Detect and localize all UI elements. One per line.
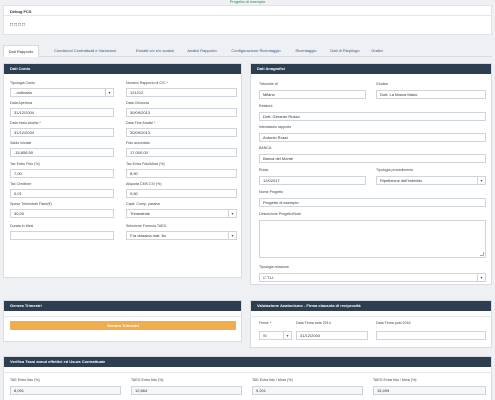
tab-ricentaggio[interactable]: Ricentaggio <box>291 45 321 57</box>
tab-estratti[interactable]: Estratti c/c e/o scalari <box>130 45 180 57</box>
firma-ante-label: Data Firma ante 2014 <box>296 321 331 325</box>
tab-configurazione[interactable]: Configurazione Ricentaggio <box>225 45 287 57</box>
fine-input[interactable]: 30/09/2013 <box>126 128 237 137</box>
verifica-tassi-title: Verifica Tassi annui effettivi ed Usura … <box>4 357 491 367</box>
anatocismo-title: Valutazione Anatocismo - Firma clausola … <box>251 301 491 311</box>
dati-anagrafici-title: Dati Anagrafici <box>251 64 491 74</box>
nome-progetto-input[interactable]: Progetto di esempio <box>259 198 486 207</box>
fine-label: Data Fine Analisi * <box>126 121 156 125</box>
tab-grafici[interactable]: Grafici <box>367 45 387 57</box>
numero-input[interactable]: 121212 <box>126 88 237 97</box>
ruolo-label: Ruolo <box>259 168 269 172</box>
tribunale-input[interactable]: Milano <box>259 90 366 99</box>
anatocismo-panel: Valutazione Anatocismo - Firma clausola … <box>250 300 492 348</box>
apertura-input[interactable]: 31/12/2004 <box>10 108 114 117</box>
tab-condizioni[interactable]: Condizioni Contrattuali e Variazioni <box>43 45 127 57</box>
fido-input[interactable]: 17.000,00 <box>126 148 237 157</box>
numero-label: Numero Rapporto di C/C * <box>126 81 168 85</box>
inizio-label: Data Inizio Analisi * <box>10 121 41 125</box>
banca-input[interactable]: Banca del Monte <box>259 154 486 163</box>
taeg-entro-label: TAEG Entro fido (%) <box>131 378 164 382</box>
apertura-label: Data Apertura <box>10 101 33 105</box>
tasso-fido-input[interactable]: 7,00 <box>10 169 114 178</box>
debug-value: □□□□ <box>10 22 27 28</box>
firma-ante-input[interactable]: 31/12/2004 <box>296 331 368 340</box>
taeg-entro-input[interactable]: 12,864 <box>131 386 242 395</box>
ruolo-input[interactable]: 12/02017 <box>259 176 366 185</box>
firma-post-input[interactable] <box>376 331 486 340</box>
firma-select[interactable]: Si <box>259 331 292 340</box>
divider <box>251 316 491 317</box>
tab-analisi[interactable]: Analisi Rapporto <box>183 45 221 57</box>
formula-select[interactable]: F.la classica mat. fin. <box>126 231 237 240</box>
tae-entro-label: TAE Entro fido (%) <box>10 378 40 382</box>
banca-label: BANCA <box>259 146 272 150</box>
divider <box>4 15 491 16</box>
cms-label: Aliquota CMS CIV (%) <box>126 182 162 186</box>
descrizione-label: Descrizione Progetto/Note <box>259 212 301 216</box>
tipologia-relazione-select[interactable]: C.T.U. <box>259 273 486 282</box>
intestatario-input[interactable]: Antonio Rossi <box>259 133 486 142</box>
verifica-tassi-panel: Verifica Tassi annui effettivi ed Usura … <box>3 356 492 400</box>
durata-label: Durata in Mesi <box>10 224 34 228</box>
giudice-label: Giudice <box>376 82 389 86</box>
descrizione-textarea[interactable] <box>259 220 486 258</box>
saldo-label: Saldo Iniziale <box>10 141 32 145</box>
tribunale-label: Tribunale di <box>259 82 278 86</box>
procedimento-label: Tipologia procedimento <box>376 168 414 172</box>
firma-post-label: Data Firma post 2016 <box>376 321 411 325</box>
tipologia-relazione-label: Tipologia relazione <box>259 265 290 269</box>
tasso-cred-label: Tax Creditore <box>10 182 32 186</box>
genera-trimestri-button[interactable]: Genera Trimestri <box>10 321 236 330</box>
divider <box>4 316 241 317</box>
spese-input[interactable]: 30,00 <box>10 209 114 218</box>
tae-extra-input[interactable]: 9,201 <box>252 386 363 395</box>
top-link[interactable]: Progetto di esempio <box>0 0 495 4</box>
formula-label: Selezione Formula TAEG <box>126 224 167 228</box>
tab-bar: Dati Rapporto Condizioni Contrattuali e … <box>3 44 492 57</box>
giudice-input[interactable]: Dott. La Marca Mario <box>376 90 486 99</box>
nome-progetto-label: Nome Progetto <box>259 190 284 194</box>
procedimento-select[interactable]: Ripetizione dell'indebito <box>376 176 486 185</box>
capit-label: Capit. Comp. passive <box>126 202 161 206</box>
taeg-extra-label: TAEG Extra fido / Mora (%) <box>373 378 417 382</box>
tasso-fido-label: Tax Entro Fido (%) <box>10 162 40 166</box>
chiusura-label: Data Chiusura <box>126 101 149 105</box>
spese-label: Spese Trimestrali Fisse(€) <box>10 202 52 206</box>
genera-trimestri-panel: Genera Trimestri Genera Trimestri <box>3 300 242 342</box>
genera-trimestri-title: Genera Trimestri <box>4 301 241 311</box>
capit-select[interactable]: Trimestrale <box>126 209 237 218</box>
debug-title: Debug FCS <box>10 9 32 14</box>
cms-input[interactable]: 0,50 <box>126 189 237 198</box>
divider <box>4 372 491 373</box>
tab-dati-rapporto[interactable]: Dati Rapporto <box>3 45 39 57</box>
relatore-label: Relatore <box>259 104 273 108</box>
dati-anagrafici-panel: Dati Anagrafici Tribunale di Milano Giud… <box>250 63 492 285</box>
tae-entro-input[interactable]: 8,091 <box>10 386 121 395</box>
inizio-input[interactable]: 31/12/2004 <box>10 128 114 137</box>
tasso-cred-input[interactable]: 0,01 <box>10 189 114 198</box>
tasso-extra-input[interactable]: 8,90 <box>126 169 237 178</box>
saldo-input[interactable]: -15.858,50 <box>10 148 114 157</box>
dati-conto-panel: Dati Conto Tipologia Conto - ordinario N… <box>3 63 242 278</box>
taeg-extra-input[interactable]: 15,499 <box>373 386 486 395</box>
tipologia-label: Tipologia Conto <box>10 81 36 85</box>
tasso-extra-label: Tax Extra Fido/Mora (%) <box>126 162 165 166</box>
tab-riepilogo[interactable]: Dati di Riepilogo <box>325 45 365 57</box>
tipologia-select[interactable]: - ordinario <box>10 88 114 97</box>
dati-conto-title: Dati Conto <box>4 64 241 74</box>
chiusura-input[interactable]: 30/09/2013 <box>126 108 237 117</box>
fido-label: Fido accordato <box>126 141 150 145</box>
durata-input[interactable] <box>10 231 114 240</box>
tae-extra-label: TAE Extra fido / Mora (%) <box>252 378 293 382</box>
intestatario-label: Intestatario rapporto <box>259 125 292 129</box>
debug-panel: Debug FCS □□□□ <box>3 5 492 35</box>
relatore-input[interactable]: Dott. Gerardo Russo <box>259 112 486 121</box>
firma-label: Firma: * <box>259 321 272 325</box>
